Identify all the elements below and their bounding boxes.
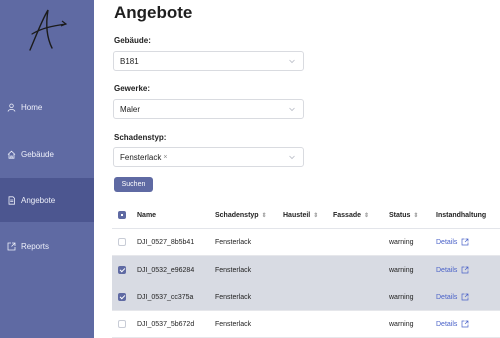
schadenstyp-label: Schadenstyp: <box>114 133 167 142</box>
gewerke-value: Maler <box>120 104 141 114</box>
row-schadenstyp: Fensterlack <box>215 238 252 246</box>
table-row[interactable]: DJI_0537_5b672d Fensterlack warning Deta… <box>112 310 500 338</box>
sidebar-item-label: Home <box>21 102 43 112</box>
column-header-schadenstyp[interactable]: Schadenstyp ⇕ <box>215 201 267 229</box>
table-row[interactable]: DJI_0532_e96284 Fensterlack warning Deta… <box>112 256 500 284</box>
sidebar-item-label: Gebäude <box>21 149 54 159</box>
column-header-fassade[interactable]: Fassade ⇕ <box>333 201 369 229</box>
gebaeude-value: B181 <box>120 56 139 66</box>
sort-icon: ⇕ <box>364 212 370 219</box>
sort-icon: ⇕ <box>313 212 319 219</box>
row-name: DJI_0537_cc375a <box>137 293 194 301</box>
column-header-hausteil[interactable]: Hausteil ⇕ <box>283 201 318 229</box>
gewerke-select[interactable]: Maler <box>113 99 304 119</box>
sort-icon: ⇕ <box>413 212 419 219</box>
external-link-icon <box>6 241 16 251</box>
gewerke-label: Gewerke: <box>114 84 151 93</box>
sidebar-item-label: Reports <box>21 241 50 251</box>
external-link-icon <box>462 293 469 301</box>
row-name: DJI_0527_8b5b41 <box>137 238 195 246</box>
schadenstyp-tag: Fensterlack × <box>120 153 167 162</box>
chevron-down-icon <box>288 57 296 65</box>
row-status: warning <box>389 266 414 274</box>
table-row[interactable]: DJI_0527_8b5b41 Fensterlack warning Deta… <box>112 228 500 256</box>
row-checkbox[interactable] <box>118 228 128 256</box>
sidebar-item-label: Angebote <box>21 195 56 205</box>
schadenstyp-tag-label: Fensterlack <box>120 152 162 162</box>
sidebar-item-home[interactable]: Home <box>0 85 94 129</box>
sidebar: Home Gebäude Angebote Reports <box>0 0 94 338</box>
user-icon <box>6 102 16 112</box>
app-logo <box>22 6 68 54</box>
column-header-instandhaltung: Instandhaltung <box>436 211 487 219</box>
sidebar-item-reports[interactable]: Reports <box>0 224 94 268</box>
row-name: DJI_0532_e96284 <box>137 266 195 274</box>
document-icon <box>6 195 16 205</box>
row-status: warning <box>389 238 414 246</box>
gebaeude-label: Gebäude: <box>114 36 151 45</box>
home-icon <box>6 149 16 159</box>
gebaeude-select[interactable]: B181 <box>113 51 304 71</box>
row-checkbox[interactable] <box>118 310 128 338</box>
main-content: Angebote Gebäude: B181 Gewerke: Maler Sc… <box>94 0 500 338</box>
schadenstyp-multiselect[interactable]: Fensterlack × <box>113 147 304 167</box>
row-status: warning <box>389 293 414 301</box>
table-row[interactable]: DJI_0537_cc375a Fensterlack warning Deta… <box>112 283 500 311</box>
row-schadenstyp: Fensterlack <box>215 320 252 328</box>
row-details-link[interactable]: Details <box>436 228 469 256</box>
remove-tag-icon[interactable]: × <box>163 154 167 161</box>
external-link-icon <box>462 238 469 246</box>
sidebar-item-gebaeude[interactable]: Gebäude <box>0 132 94 176</box>
external-link-icon <box>462 320 469 328</box>
select-all-checkbox[interactable] <box>118 201 128 229</box>
row-checkbox[interactable] <box>118 256 128 284</box>
search-button[interactable]: Suchen <box>114 177 153 192</box>
row-details-link[interactable]: Details <box>436 283 469 311</box>
chevron-down-icon <box>288 105 296 113</box>
chevron-down-icon <box>288 153 296 161</box>
page-title: Angebote <box>114 3 193 22</box>
row-checkbox[interactable] <box>118 283 128 311</box>
column-header-status[interactable]: Status ⇕ <box>389 201 418 229</box>
row-schadenstyp: Fensterlack <box>215 293 252 301</box>
row-details-link[interactable]: Details <box>436 310 469 338</box>
table-header: Name Schadenstyp ⇕ Hausteil ⇕ Fassade ⇕ Sta… <box>112 201 500 229</box>
sort-icon: ⇕ <box>261 212 267 219</box>
column-header-name[interactable]: Name <box>137 201 156 229</box>
row-schadenstyp: Fensterlack <box>215 266 252 274</box>
external-link-icon <box>462 266 469 274</box>
row-status: warning <box>389 320 414 328</box>
row-name: DJI_0537_5b672d <box>137 320 195 328</box>
sidebar-item-angebote[interactable]: Angebote <box>0 178 94 222</box>
row-details-link[interactable]: Details <box>436 256 469 284</box>
